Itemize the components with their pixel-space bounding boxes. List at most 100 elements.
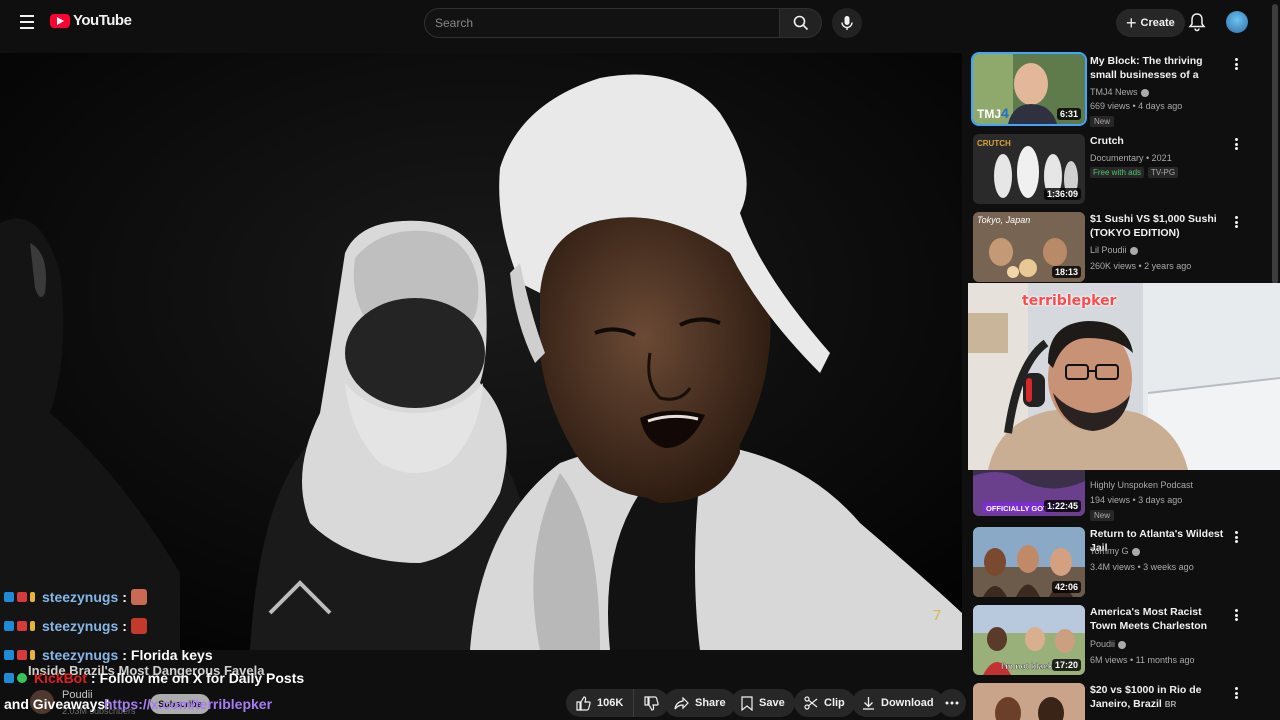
duration-badge: 17:20 [1051, 659, 1081, 671]
bot-link[interactable]: https://x.com/terriblepker [104, 696, 272, 712]
video-thumbnail[interactable]: I'm not black 17:20 [973, 605, 1085, 675]
more-options-button[interactable] [1231, 529, 1241, 545]
more-options-button[interactable] [1231, 685, 1241, 701]
sub-badge-icon [30, 649, 35, 660]
thumbnail-text: I'm not black [1001, 661, 1053, 671]
country-code: BR [1164, 700, 1177, 709]
search-bar [424, 8, 822, 38]
account-avatar[interactable] [1226, 11, 1248, 33]
notifications-button[interactable] [1188, 12, 1206, 37]
chat-username: steezynugs [42, 646, 119, 663]
kebab-dot [1234, 225, 1238, 228]
more-options-button[interactable] [1231, 136, 1241, 152]
kebab-dot [1234, 58, 1238, 61]
download-icon [863, 697, 874, 710]
emote-icon [130, 617, 147, 634]
bot-message: KickBot : Follow me on X for Daily Posts [4, 670, 304, 686]
video-title[interactable]: $1 Sushi VS $1,000 Sushi (TOKYO EDITION) [1090, 212, 1228, 240]
create-button[interactable]: + Create [1116, 9, 1185, 37]
kebab-dot [1234, 531, 1238, 534]
masthead: YouTube + Create [0, 0, 1280, 46]
video-title-text: $20 vs $1000 in Rio de Janeiro, Brazil [1090, 684, 1202, 710]
like-button[interactable]: 106K [566, 689, 635, 717]
recommendation-item[interactable]: $20 vs $1000 in Rio de Janeiro, Brazil B… [973, 683, 1263, 720]
channel-name[interactable]: Highly Unspoken Podcast [1090, 480, 1193, 490]
chat-separator: : [90, 670, 96, 686]
channel-name[interactable]: Lil Poudii [1090, 245, 1138, 255]
moderator-badge-icon [4, 649, 14, 660]
video-thumbnail[interactable]: Tokyo, Japan 18:13 [973, 212, 1085, 282]
free-with-ads-badge: Free with ads [1090, 167, 1145, 178]
moderator-badge-icon [4, 620, 14, 631]
video-player[interactable]: ⁷ [0, 53, 962, 650]
channel-name[interactable]: Poudii [1090, 639, 1127, 649]
kebab-dot [1234, 691, 1238, 695]
kebab-dot [1234, 147, 1238, 150]
svg-text:⁷: ⁷ [932, 606, 942, 634]
kebab-dot [1234, 216, 1238, 219]
video-title[interactable]: $20 vs $1000 in Rio de Janeiro, Brazil B… [1090, 683, 1228, 711]
recommendation-item[interactable]: I'm not black 17:20 America's Most Racis… [973, 605, 1263, 677]
download-button[interactable]: Download [852, 689, 944, 717]
chat-separator: : [122, 617, 127, 634]
channel-name[interactable]: TMJ4 News [1090, 87, 1149, 97]
video-title[interactable]: America's Most Racist Town Meets Charles… [1090, 605, 1228, 633]
kebab-dot [1234, 540, 1238, 543]
chat-message: steezynugs : [4, 582, 334, 611]
plus-icon: + [1126, 13, 1137, 33]
menu-icon-bar [20, 15, 34, 17]
kebab-dot [1234, 142, 1238, 146]
kebab-dot [1234, 609, 1238, 612]
video-thumbnail[interactable]: CRUTCH 1:36:09 [973, 134, 1085, 204]
video-title[interactable]: Crutch [1090, 134, 1228, 148]
moderator-badge-icon [4, 591, 14, 602]
video-frame: ⁷ [0, 53, 962, 650]
share-label: Share [695, 697, 726, 709]
chat-separator: : [122, 588, 127, 605]
webcam-frame [968, 283, 1280, 470]
search-button[interactable] [780, 8, 822, 38]
duration-badge: 1:22:45 [1043, 500, 1081, 512]
recommendation-item[interactable]: 42:06 Return to Atlanta's Wildest Jail T… [973, 527, 1263, 599]
duration-badge: 18:13 [1051, 266, 1081, 278]
kebab-dot [1234, 687, 1238, 690]
svg-text:4: 4 [1001, 105, 1009, 121]
save-button[interactable]: Save [731, 689, 795, 717]
recommendation-item[interactable]: Tokyo, Japan 18:13 $1 Sushi VS $1,000 Su… [973, 212, 1263, 284]
rating-badge: TV-PG [1148, 167, 1179, 178]
voice-search-button[interactable] [832, 8, 862, 38]
recommendation-item[interactable]: TMJ 4 6:31 My Block: The thriving small … [971, 52, 1263, 127]
video-thumbnail[interactable]: 42:06 [973, 527, 1085, 597]
more-options-button[interactable] [1231, 56, 1241, 72]
video-thumbnail[interactable] [973, 683, 1085, 720]
scrollbar-thumb[interactable] [1272, 4, 1278, 284]
channel-name[interactable]: Tommy G [1090, 546, 1140, 556]
more-actions-button[interactable] [938, 689, 966, 717]
gift-badge-icon [17, 649, 27, 660]
youtube-play-icon [50, 13, 70, 28]
recommendation-item[interactable]: CRUTCH 1:36:09 Crutch Documentary • 2021… [973, 134, 1263, 206]
video-thumbnail[interactable]: TMJ 4 6:31 [971, 52, 1087, 126]
clip-button[interactable]: Clip [794, 689, 855, 717]
chat-separator: : [122, 646, 127, 663]
kebab-dot [1234, 62, 1238, 66]
scissors-icon [804, 696, 818, 710]
verified-badge-icon [17, 673, 27, 683]
new-badge: New [1090, 116, 1115, 127]
thumbnail-image [973, 683, 1085, 720]
youtube-logo[interactable]: YouTube [50, 12, 132, 29]
menu-button[interactable] [16, 11, 38, 33]
search-input[interactable] [424, 8, 780, 38]
video-title[interactable]: My Block: The thriving small businesses … [1090, 54, 1228, 82]
share-button[interactable]: Share [664, 689, 736, 717]
more-options-button[interactable] [1231, 607, 1241, 623]
chat-username: steezynugs [42, 588, 119, 605]
more-options-button[interactable] [1231, 214, 1241, 230]
gift-badge-icon [17, 620, 27, 631]
gift-badge-icon [17, 591, 27, 602]
streamer-webcam: terriblepker [968, 283, 1280, 470]
content-badges: Free with ads TV-PG [1090, 167, 1179, 178]
clip-label: Clip [824, 697, 845, 709]
thumbnail-text: CRUTCH [977, 139, 1011, 148]
duration-badge: 6:31 [1056, 108, 1081, 120]
